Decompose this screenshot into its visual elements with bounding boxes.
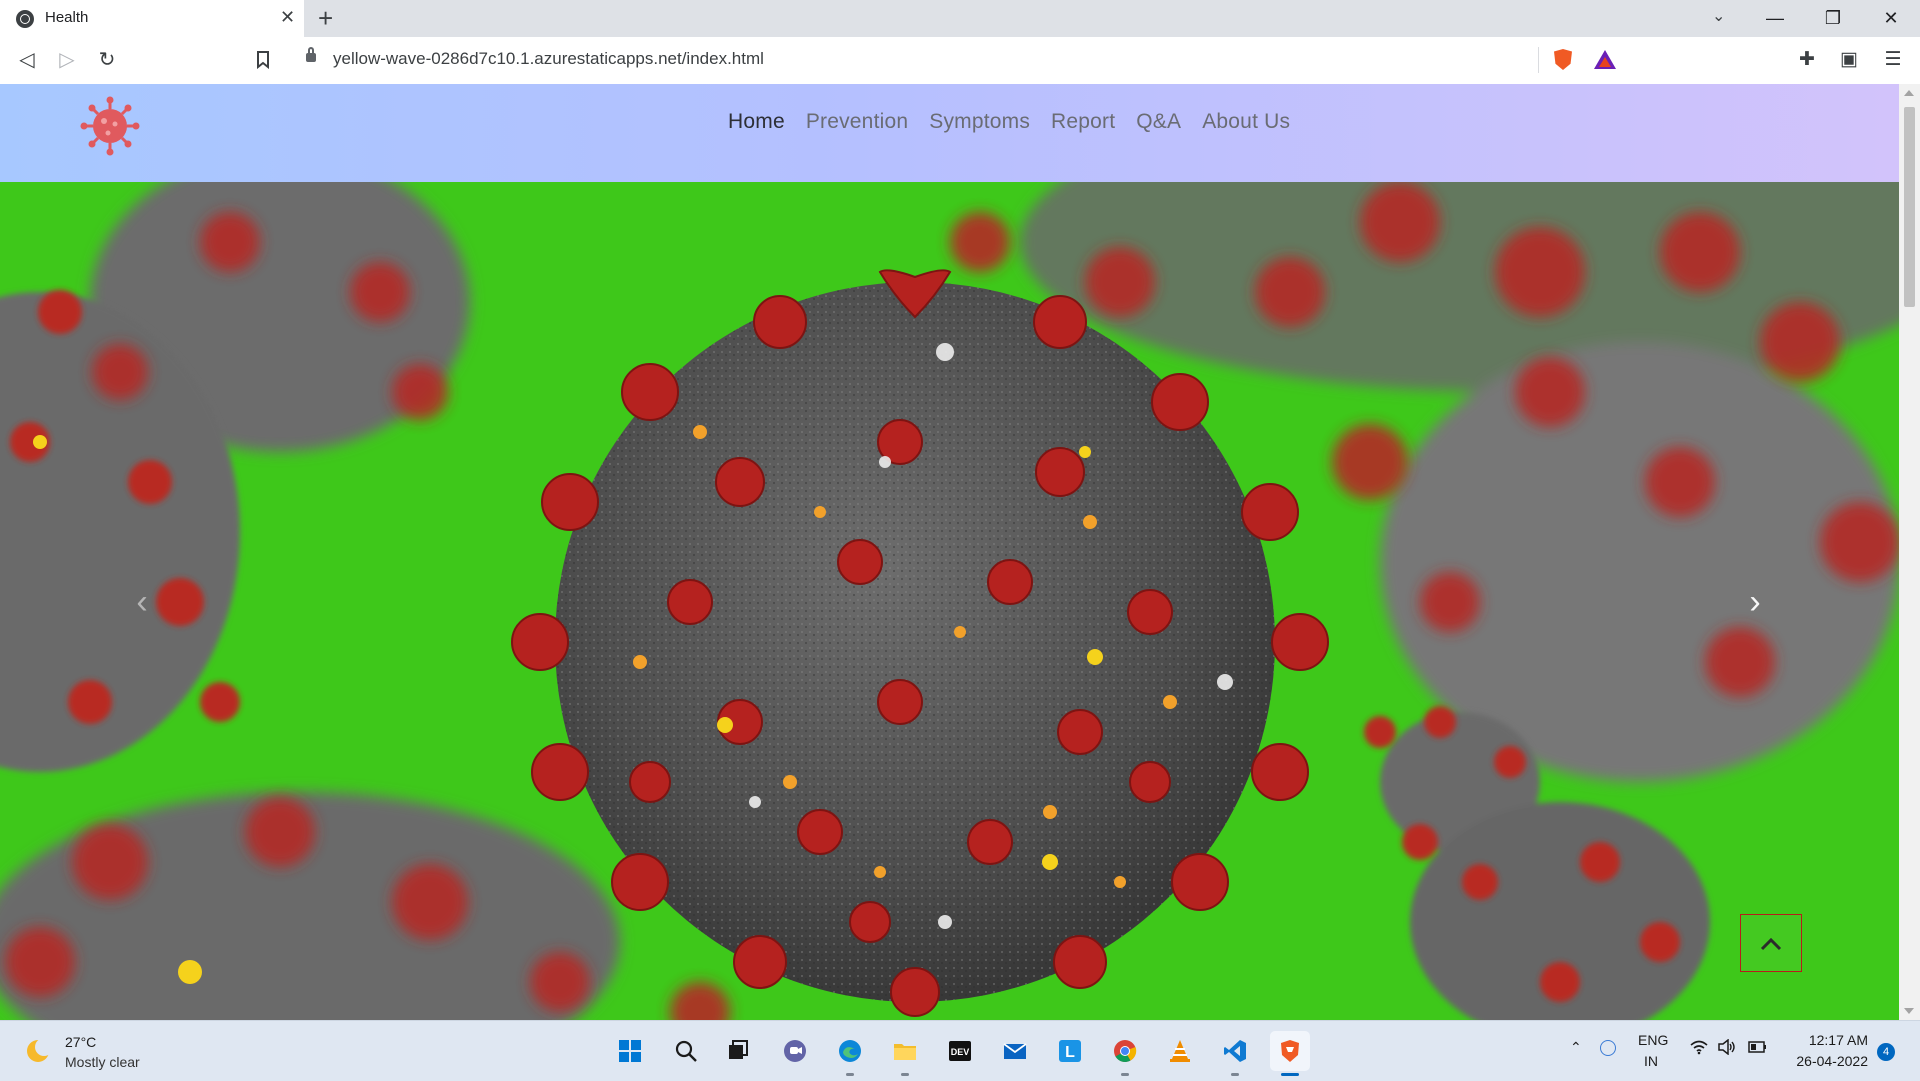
nav-about-us[interactable]: About Us	[1202, 110, 1290, 134]
globe-icon	[16, 10, 34, 28]
tab-search-chevron-icon[interactable]: ⌄	[1712, 6, 1725, 26]
clock-time[interactable]: 12:17 AM	[1808, 1032, 1868, 1048]
scroll-up-arrow-icon[interactable]	[1904, 90, 1914, 96]
new-tab-button[interactable]: +	[318, 3, 333, 33]
volume-icon[interactable]	[1718, 1038, 1736, 1058]
chrome-app[interactable]	[1105, 1031, 1145, 1071]
brave-active-indicator	[1281, 1073, 1299, 1076]
page-scrollbar[interactable]	[1899, 84, 1920, 1020]
show-hidden-icons-chevron-icon[interactable]: ⌃	[1570, 1039, 1582, 1056]
site-navbar: Home Prevention Symptoms Report Q&A Abou…	[0, 84, 1899, 182]
brave-app[interactable]	[1270, 1031, 1310, 1071]
vlc-cone-icon	[1170, 1040, 1190, 1062]
mail-icon	[1003, 1043, 1027, 1059]
launcher-l-app[interactable]: L	[1050, 1031, 1090, 1071]
onedrive-clock-icon[interactable]	[1600, 1040, 1616, 1056]
moon-weather-icon[interactable]	[27, 1038, 53, 1062]
browser-toolbar: ◁ ▷ ↻ yellow-wave-0286d7c10.1.azurestati…	[0, 37, 1920, 85]
tab-strip: Health ✕ + ⌄ — ❐ ✕	[0, 0, 1920, 37]
battery-icon[interactable]	[1748, 1039, 1768, 1058]
wifi-icon[interactable]	[1690, 1039, 1708, 1058]
chat-icon	[784, 1040, 806, 1062]
vscode-running-indicator	[1231, 1073, 1239, 1076]
page-viewport: Home Prevention Symptoms Report Q&A Abou…	[0, 84, 1899, 1020]
weather-temperature[interactable]: 27°C	[65, 1034, 96, 1050]
coronavirus-image	[0, 182, 1899, 1020]
scroll-down-arrow-icon[interactable]	[1904, 1008, 1914, 1014]
language-indicator[interactable]: ENG	[1638, 1032, 1668, 1048]
windows-logo-icon	[619, 1040, 641, 1062]
main-nav: Home Prevention Symptoms Report Q&A Abou…	[728, 110, 1311, 134]
forward-button[interactable]: ▷	[53, 46, 81, 74]
bookmark-icon[interactable]	[249, 46, 277, 74]
chrome-running-indicator	[1121, 1073, 1129, 1076]
chevron-up-icon	[1760, 937, 1782, 951]
brave-rewards-icon[interactable]	[1594, 50, 1616, 69]
weather-description[interactable]: Mostly clear	[65, 1054, 140, 1070]
scrollbar-thumb[interactable]	[1904, 107, 1915, 307]
back-button[interactable]: ◁	[13, 46, 41, 74]
reload-button[interactable]: ↻	[93, 46, 121, 74]
edge-running-indicator	[846, 1073, 854, 1076]
mail-app[interactable]	[995, 1031, 1035, 1071]
nav-report[interactable]: Report	[1051, 110, 1115, 134]
wallet-icon[interactable]: ▣	[1838, 49, 1860, 71]
chrome-icon	[1114, 1040, 1137, 1062]
nav-home[interactable]: Home	[728, 110, 785, 134]
start-button[interactable]	[610, 1031, 650, 1071]
carousel-next-button[interactable]: ›	[1735, 582, 1775, 622]
clock-date[interactable]: 26-04-2022	[1788, 1053, 1868, 1069]
address-bar[interactable]: yellow-wave-0286d7c10.1.azurestaticapps.…	[292, 43, 1628, 77]
windows-taskbar: 27°C Mostly clear DEV L ⌃ ENG IN 12:17 A…	[0, 1020, 1920, 1081]
folder-icon	[894, 1044, 916, 1060]
back-to-top-button[interactable]	[1740, 914, 1802, 972]
brave-shields-icon[interactable]	[1554, 49, 1572, 70]
search-button[interactable]	[666, 1031, 706, 1071]
file-explorer-app[interactable]	[885, 1031, 925, 1071]
svg-text:L: L	[1065, 1044, 1075, 1061]
tab-health[interactable]: Health ✕	[0, 0, 304, 37]
virus-logo-icon[interactable]	[80, 96, 140, 156]
l-app-icon: L	[1059, 1040, 1081, 1062]
url-text[interactable]: yellow-wave-0286d7c10.1.azurestaticapps.…	[333, 49, 764, 69]
vscode-icon	[1224, 1040, 1246, 1062]
task-view-icon	[729, 1040, 748, 1059]
nav-symptoms[interactable]: Symptoms	[929, 110, 1030, 134]
edge-app[interactable]	[830, 1031, 870, 1071]
close-window-button[interactable]: ✕	[1868, 4, 1914, 32]
nav-prevention[interactable]: Prevention	[806, 110, 908, 134]
nav-qa[interactable]: Q&A	[1136, 110, 1181, 134]
divider	[1538, 47, 1539, 73]
devto-app[interactable]: DEV	[940, 1031, 980, 1071]
dev-logo-icon: DEV	[949, 1041, 971, 1061]
carousel-prev-button[interactable]: ‹	[122, 582, 162, 622]
edge-icon	[839, 1040, 861, 1062]
restore-button[interactable]: ❐	[1810, 4, 1856, 32]
brave-lion-icon	[1281, 1040, 1299, 1062]
region-indicator[interactable]: IN	[1644, 1053, 1658, 1069]
vlc-app[interactable]	[1160, 1031, 1200, 1071]
tab-close-button[interactable]: ✕	[280, 7, 295, 27]
hero-carousel: ‹ ›	[0, 182, 1899, 1020]
explorer-running-indicator	[901, 1073, 909, 1076]
menu-icon[interactable]: ☰	[1882, 49, 1904, 71]
teams-chat-button[interactable]	[775, 1031, 815, 1071]
lock-icon[interactable]	[306, 47, 316, 62]
vscode-app[interactable]	[1215, 1031, 1255, 1071]
task-view-button[interactable]	[718, 1031, 758, 1071]
minimize-button[interactable]: —	[1752, 4, 1798, 32]
extensions-puzzle-icon[interactable]: ✚	[1796, 49, 1818, 71]
notification-badge[interactable]: 4	[1877, 1043, 1895, 1061]
tab-title: Health	[45, 9, 89, 26]
svg-text:DEV: DEV	[951, 1047, 970, 1057]
search-icon	[675, 1040, 697, 1062]
